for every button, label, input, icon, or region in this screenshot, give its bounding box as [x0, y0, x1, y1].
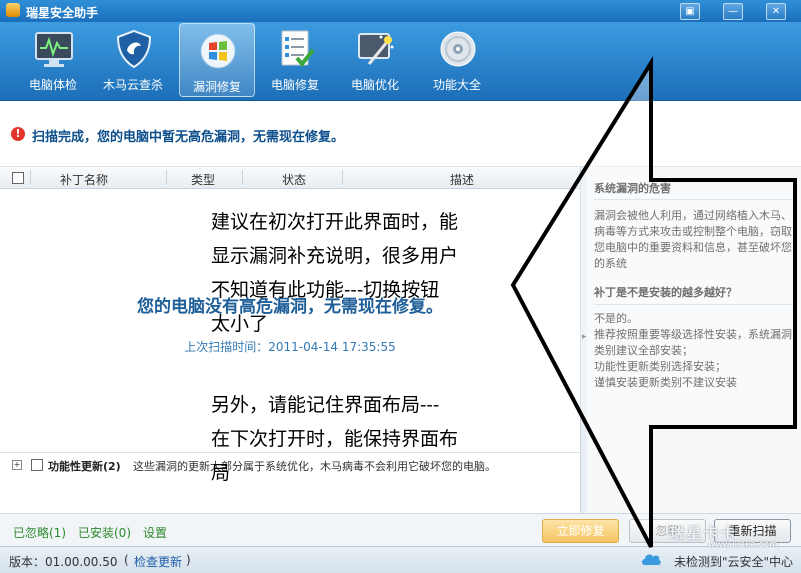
tool-vuln-fix[interactable]: 漏洞修复	[179, 23, 255, 97]
annotation-line: 局	[211, 462, 231, 484]
side-heading-harm: 系统漏洞的危害	[594, 182, 671, 195]
column-divider	[30, 170, 31, 185]
warning-icon: !	[11, 127, 25, 141]
ignored-link[interactable]: 已忽略(1)	[13, 524, 66, 541]
tool-all-features[interactable]: 功能大全	[420, 22, 494, 98]
scan-result-notice: ! 扫描完成，您的电脑中暂无高危漏洞，无需现在修复。	[0, 101, 801, 167]
magic-wand-icon	[358, 33, 394, 65]
functional-update-name: 功能性更新(2)	[48, 460, 121, 473]
tool-trojan-scan[interactable]: 木马云查杀	[96, 22, 170, 98]
tool-label: 电脑修复	[270, 78, 319, 92]
cloud-icon	[642, 554, 661, 565]
annotation-note-1: 建议在初次打开此界面时，能 显示漏洞补充说明，很多用户 不知道有此功能---切换…	[211, 205, 458, 341]
shield-icon	[116, 29, 152, 69]
patch-table-header: 补丁名称 类型 状态 描述	[0, 167, 580, 189]
watermark-url: www.ikaka.com	[708, 540, 778, 550]
side-heading-question: 补丁是不是安装的越多越好？	[594, 286, 737, 299]
side-line-1: 推荐按照重要等级选择性安装，系统漏洞类别建议全部安装；	[594, 328, 792, 357]
paren-close: )	[186, 553, 191, 567]
column-header-status[interactable]: 状态	[282, 171, 306, 188]
side-line-3: 谨慎安装更新类别不建议安装	[594, 376, 737, 389]
column-divider	[342, 170, 343, 185]
annotation-line: 不知道有此功能---切换按钮	[211, 279, 440, 301]
annotation-line: 在下次打开时，能保持界面布	[211, 428, 459, 450]
checklist-icon	[281, 30, 315, 68]
check-update-link[interactable]: 检查更新	[134, 553, 182, 570]
annotation-line: 显示漏洞补充说明，很多用户	[211, 245, 459, 267]
monitor-check-icon	[35, 32, 73, 67]
column-header-type[interactable]: 类型	[191, 171, 215, 188]
disc-icon	[440, 31, 476, 67]
tool-pc-optimize[interactable]: 电脑优化	[338, 22, 412, 98]
divider	[594, 304, 794, 305]
tool-label: 功能大全	[432, 78, 481, 92]
app-logo-icon	[6, 3, 20, 17]
annotation-note-2: 另外，请能记住界面布局--- 在下次打开时，能保持界面布 局	[211, 388, 458, 490]
version-label: 版本：01.00.00.50	[9, 555, 118, 569]
side-harm-text: 漏洞会被他人利用，通过网络植入木马、病毒等方式来攻击或控制整个电脑，窃取您电脑中…	[594, 209, 792, 270]
tool-pc-checkup[interactable]: 电脑体检	[16, 22, 90, 98]
fix-now-button[interactable]: 立即修复	[542, 519, 619, 543]
side-answer: 不是的。	[594, 312, 638, 325]
tool-label: 漏洞修复	[192, 80, 241, 94]
divider	[594, 199, 794, 200]
installed-link[interactable]: 已安装(0)	[78, 524, 131, 541]
column-divider	[242, 170, 243, 185]
tool-label: 木马云查杀	[102, 78, 163, 92]
annotation-line: 太小了	[211, 313, 269, 335]
column-divider	[166, 170, 167, 185]
annotation-line: 另外，请能记住界面布局---	[211, 394, 440, 416]
status-bar: 版本：01.00.00.50 ( 检查更新 ) 未检测到"云安全"中心	[0, 546, 801, 573]
tool-label: 电脑优化	[350, 78, 399, 92]
settings-link[interactable]: 设置	[143, 524, 167, 541]
cloud-security-status: 未检测到"云安全"中心	[674, 555, 794, 569]
tool-label: 电脑体检	[28, 78, 77, 92]
title-bar: 瑞星安全助手 ▣ — ✕	[0, 0, 801, 22]
functional-update-checkbox[interactable]	[31, 459, 43, 471]
windows-icon	[200, 33, 236, 69]
tool-pc-repair[interactable]: 电脑修复	[258, 22, 332, 98]
expand-icon[interactable]: +	[12, 460, 22, 470]
minimize-button[interactable]: —	[723, 3, 743, 20]
side-line-2: 功能性更新类别选择安装；	[594, 360, 726, 373]
paren-open: (	[124, 553, 129, 567]
collapse-arrow-icon[interactable]: ▸	[582, 332, 587, 342]
annotation-line: 建议在初次打开此界面时，能	[211, 211, 459, 233]
restore-button[interactable]: ▣	[680, 3, 700, 20]
info-side-panel: 系统漏洞的危害 漏洞会被他人利用，通过网络植入木马、病毒等方式来攻击或控制整个电…	[587, 167, 801, 513]
window-title: 瑞星安全助手	[26, 6, 99, 20]
select-all-checkbox[interactable]	[12, 172, 24, 184]
scan-result-text: 扫描完成，您的电脑中暂无高危漏洞，无需现在修复。	[32, 130, 345, 145]
main-toolbar: 电脑体检 木马云查杀 漏洞修复 电脑修复 电脑优化 功能大全	[0, 22, 801, 101]
column-header-description[interactable]: 描述	[450, 171, 474, 188]
close-button[interactable]: ✕	[766, 3, 786, 20]
column-header-patch-name[interactable]: 补丁名称	[60, 171, 108, 188]
